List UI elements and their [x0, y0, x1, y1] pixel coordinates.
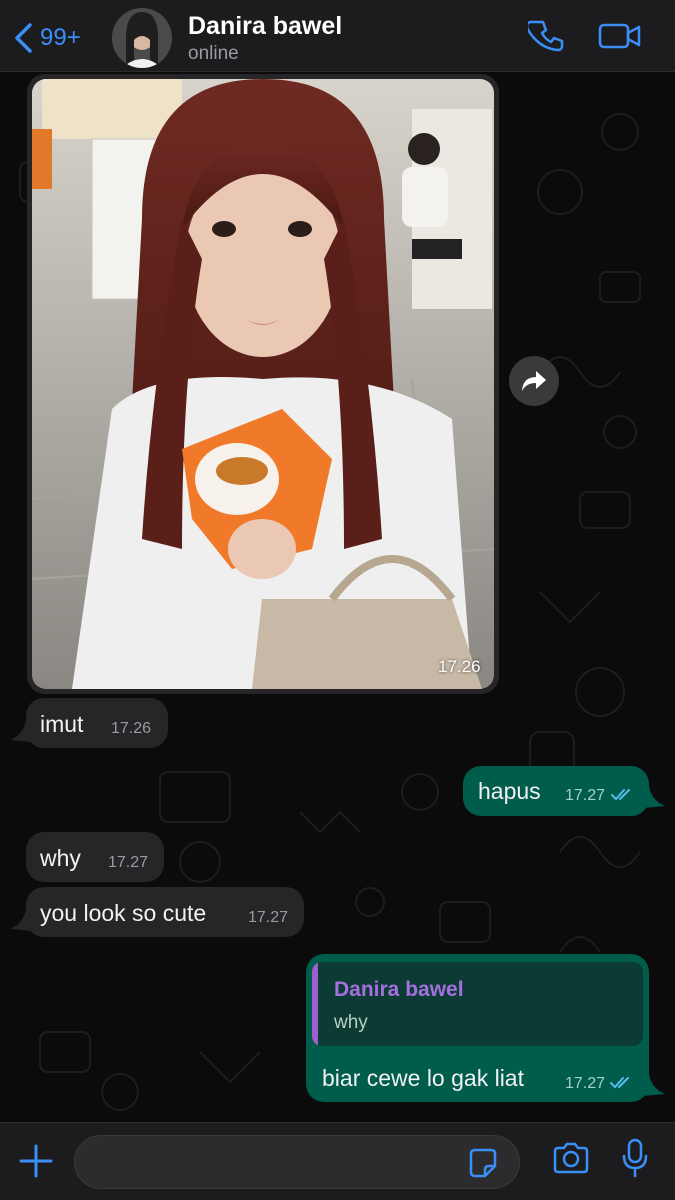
message-input[interactable]: [93, 1146, 467, 1180]
voice-message-button[interactable]: [621, 1138, 649, 1183]
bubble-tail: [643, 1074, 665, 1096]
quoted-sender: Danira bawel: [334, 978, 464, 1001]
quoted-text: why: [334, 1012, 368, 1033]
message-time: 17.27: [565, 1075, 606, 1092]
message-text: hapus: [478, 778, 541, 804]
message-text: imut: [40, 711, 84, 737]
double-check-icon: [611, 789, 630, 801]
message-bubble[interactable]: why 17.27: [26, 832, 164, 882]
photo[interactable]: [32, 79, 494, 689]
message-input-wrapper[interactable]: [74, 1135, 520, 1189]
attach-button[interactable]: [18, 1143, 54, 1184]
quote-accent-bar: [312, 962, 318, 1046]
sticker-button[interactable]: [467, 1148, 499, 1183]
plus-icon: [19, 1144, 53, 1178]
message-bubble[interactable]: imut 17.26: [26, 698, 168, 748]
double-check-icon: [610, 1077, 629, 1089]
message-time: 17.27: [565, 787, 606, 804]
video-call-icon: [598, 23, 641, 49]
chat-header: 99+ Danira bawel online: [0, 0, 675, 72]
camera-icon: [553, 1142, 589, 1174]
sticker-icon: [469, 1148, 497, 1178]
phone-icon: [525, 20, 564, 52]
message-bubble[interactable]: you look so cute 17.27: [26, 887, 304, 937]
unread-count: 99+: [40, 24, 81, 51]
message-time: 17.27: [108, 854, 149, 871]
quoted-message[interactable]: Danira bawel why: [312, 962, 643, 1046]
forward-icon: [522, 371, 546, 391]
message-text: why: [40, 845, 81, 871]
microphone-icon: [622, 1138, 648, 1178]
image-message[interactable]: [27, 74, 499, 694]
contact-name[interactable]: Danira bawel: [188, 12, 342, 41]
image-timestamp: 17.26: [438, 657, 481, 676]
composer-bar: [0, 1122, 675, 1200]
video-call-button[interactable]: [598, 18, 642, 59]
message-text: you look so cute: [40, 900, 207, 926]
forward-button[interactable]: [509, 356, 559, 406]
voice-call-button[interactable]: [525, 18, 564, 59]
camera-button[interactable]: [552, 1141, 590, 1180]
bubble-tail: [643, 786, 665, 808]
back-button[interactable]: 99+: [12, 18, 81, 58]
message-time: 17.26: [111, 720, 152, 737]
chevron-left-icon: [15, 23, 32, 53]
message-text: biar cewe lo gak liat: [322, 1065, 524, 1091]
avatar[interactable]: [112, 8, 172, 68]
contact-status: online: [188, 43, 239, 64]
message-time: 17.27: [248, 909, 289, 926]
message-bubble[interactable]: hapus 17.27: [463, 766, 649, 816]
